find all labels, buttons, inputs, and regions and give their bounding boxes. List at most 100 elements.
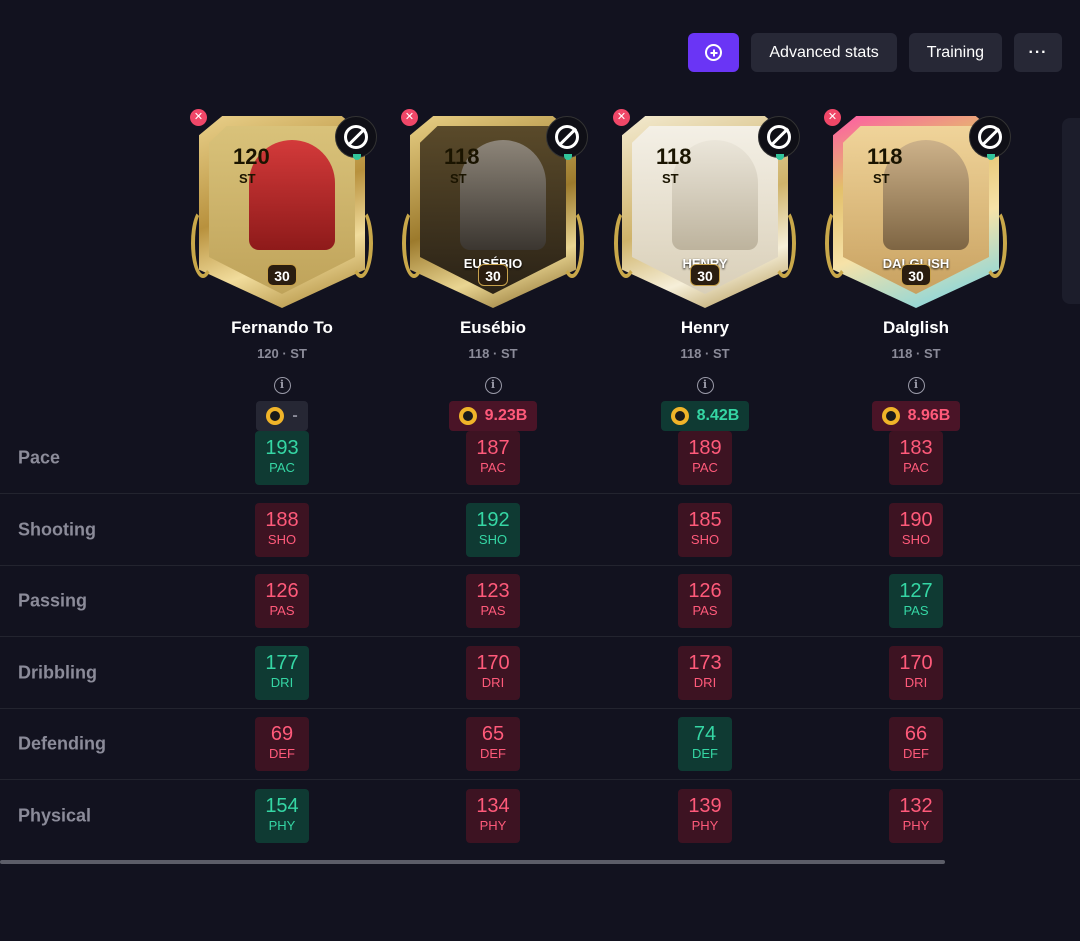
player-name[interactable]: Fernando To xyxy=(187,318,377,338)
stat-value: 127 xyxy=(899,580,933,602)
info-icon[interactable]: i xyxy=(484,377,502,394)
stat-abbr: SHO xyxy=(690,531,720,547)
horizontal-scrollbar[interactable] xyxy=(0,860,945,864)
player-name[interactable]: Eusébio xyxy=(398,318,588,338)
stat-abbr: PAS xyxy=(692,603,718,618)
stat-value: 126 xyxy=(265,580,299,602)
player-card-area: 120 ST 30 ✕ xyxy=(187,108,377,308)
card-position: ST xyxy=(662,171,679,186)
add-player-button[interactable] xyxy=(688,33,740,72)
stat-row-defending: Defending 69 DEF 65 DEF 74 DEF 66 DEF xyxy=(0,709,1080,780)
laurel-right-icon xyxy=(560,208,584,278)
card-background: 120 ST 30 xyxy=(209,126,355,294)
stat-value: 189 xyxy=(688,437,722,459)
stat-abbr: PAS xyxy=(480,603,506,618)
scroll-next-panel[interactable] xyxy=(1062,118,1080,304)
stat-row-shooting: Shooting 188 SHO 192 SHO 185 SHO 190 SHO xyxy=(0,495,1080,566)
chemistry-badge: 30 xyxy=(267,264,297,286)
stat-cell: 190 SHO xyxy=(889,502,943,557)
stat-value: 185 xyxy=(688,508,722,531)
stat-cell: 127 PAS xyxy=(889,574,943,628)
stat-cell: 126 PAS xyxy=(255,574,309,628)
untradeable-icon xyxy=(555,125,579,149)
chemistry-badge: 30 xyxy=(690,264,720,286)
toolbar: Advanced stats Training ··· xyxy=(688,33,1062,72)
player-name[interactable]: Henry xyxy=(610,318,800,338)
stat-cell: 193 PAC xyxy=(255,431,309,485)
info-icon[interactable]: i xyxy=(696,377,714,394)
stat-cell: 139 PHY xyxy=(678,789,732,843)
untradeable-badge[interactable] xyxy=(969,116,1011,160)
stat-value: 170 xyxy=(899,651,933,674)
stat-abbr: PHY xyxy=(479,818,507,833)
player-name[interactable]: Dalglish xyxy=(821,318,1011,338)
remove-player-button[interactable]: ✕ xyxy=(824,109,841,126)
card-position: ST xyxy=(873,171,890,186)
stat-cell: 177 DRI xyxy=(255,645,309,700)
stat-abbr: PAC xyxy=(692,460,718,475)
plus-circle-icon xyxy=(705,44,723,61)
stat-cell: 69 DEF xyxy=(255,717,309,771)
laurel-right-icon xyxy=(349,208,373,278)
card-background: 118 ST EUSÉBIO 30 xyxy=(420,126,566,294)
stat-value: 190 xyxy=(899,508,933,531)
stat-label: Passing xyxy=(18,590,88,611)
stat-abbr: DEF xyxy=(903,746,929,761)
stat-value: 154 xyxy=(265,795,299,817)
training-button[interactable]: Training xyxy=(908,33,1002,72)
stat-cell: 170 DRI xyxy=(466,645,520,700)
stat-row-physical: Physical 154 PHY 134 PHY 139 PHY 132 PHY xyxy=(0,781,1080,852)
stat-cell: 192 SHO xyxy=(466,502,520,557)
stat-value: 192 xyxy=(476,508,510,531)
stat-abbr: DEF xyxy=(480,746,506,761)
card-position: ST xyxy=(239,171,256,186)
remove-player-button[interactable]: ✕ xyxy=(401,109,418,126)
stat-value: 177 xyxy=(265,651,299,674)
card-background: 118 ST HENRY 30 xyxy=(632,126,778,294)
stat-abbr: DRI xyxy=(904,674,928,690)
stat-value: 173 xyxy=(688,651,722,674)
stat-label: Defending xyxy=(18,733,106,754)
stat-label: Pace xyxy=(18,447,61,468)
stat-abbr: PAC xyxy=(480,460,506,475)
stat-cell: 188 SHO xyxy=(255,502,309,557)
remove-player-button[interactable]: ✕ xyxy=(190,109,207,126)
info-icon[interactable]: i xyxy=(273,377,291,394)
card-rating: 118 xyxy=(656,144,692,169)
stat-cell: 185 SHO xyxy=(678,502,732,557)
stat-cell: 154 PHY xyxy=(255,789,309,843)
stat-cell: 173 DRI xyxy=(678,645,732,700)
remove-player-button[interactable]: ✕ xyxy=(613,109,630,126)
stat-cell: 132 PHY xyxy=(889,789,943,843)
untradeable-badge[interactable] xyxy=(546,116,588,160)
stat-value: 66 xyxy=(904,723,928,745)
stat-abbr: DRI xyxy=(481,674,505,690)
advanced-stats-button[interactable]: Advanced stats xyxy=(751,33,897,72)
player-card-area: 118 ST HENRY 30 ✕ xyxy=(610,108,800,308)
player-column: 118 ST EUSÉBIO 30 ✕ Eusébio 118 · ST i 9… xyxy=(398,108,588,431)
stat-abbr: SHO xyxy=(478,531,508,547)
untradeable-badge[interactable] xyxy=(758,116,800,160)
stat-label: Dribbling xyxy=(18,662,97,682)
stat-cell: 66 DEF xyxy=(889,717,943,771)
player-rating-position: 118 · ST xyxy=(468,346,518,361)
stat-abbr: DRI xyxy=(270,674,294,690)
chemistry-badge: 30 xyxy=(478,264,508,286)
stat-row-passing: Passing 126 PAS 123 PAS 126 PAS 127 PAS xyxy=(0,566,1080,637)
stat-value: 123 xyxy=(476,580,510,602)
untradeable-badge[interactable] xyxy=(335,116,377,160)
stat-abbr: PHY xyxy=(691,818,719,833)
stat-cell: 170 DRI xyxy=(889,645,943,700)
stat-value: 74 xyxy=(693,723,717,745)
stat-cell: 187 PAC xyxy=(466,431,520,485)
player-card-area: 118 ST EUSÉBIO 30 ✕ xyxy=(398,108,588,308)
player-column: 118 ST HENRY 30 ✕ Henry 118 · ST i 8.42B xyxy=(610,108,800,431)
chemistry-badge: 30 xyxy=(901,264,931,286)
stat-cell: 123 PAS xyxy=(466,574,520,628)
more-options-button[interactable]: ··· xyxy=(1014,33,1062,72)
laurel-left-icon xyxy=(191,208,215,278)
stat-value: 193 xyxy=(265,437,299,459)
info-icon[interactable]: i xyxy=(907,377,925,394)
untradeable-icon xyxy=(344,125,368,149)
stat-abbr: PHY xyxy=(268,818,296,833)
